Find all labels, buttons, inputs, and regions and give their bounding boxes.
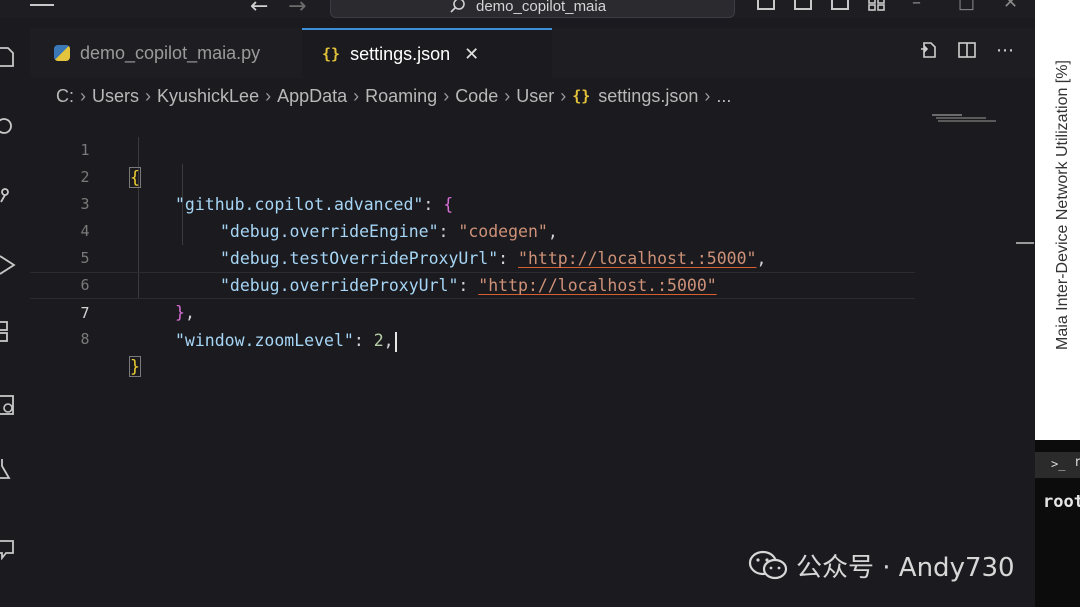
code-line[interactable]: 1 { (30, 110, 915, 188)
code-line[interactable]: 3 "debug.overrideEngine": "codegen", (30, 164, 915, 241)
command-center-search[interactable]: demo_copilot_maia (330, 0, 735, 18)
breadcrumb-more[interactable]: ... (716, 86, 731, 107)
editor-tab-bar: demo_copilot_maia.py {} settings.json ✕ … (30, 28, 1035, 78)
json-key: "window.zoomLevel" (175, 331, 354, 350)
chart-axis-title: Maia Inter-Device Network Utilization [%… (1054, 60, 1071, 350)
source-control-icon[interactable] (0, 186, 18, 208)
code-line[interactable]: 8 } (30, 299, 915, 377)
more-actions-icon[interactable]: ⋯ (995, 40, 1015, 61)
breadcrumb-item[interactable]: Code (455, 86, 498, 107)
tab-label: settings.json (350, 43, 451, 64)
text-cursor (394, 331, 397, 352)
minimize-icon[interactable]: – (912, 0, 921, 13)
chevron-right-icon: › (504, 85, 511, 106)
terminal-tab-label: r (1075, 455, 1080, 470)
breadcrumb-item[interactable]: Users (92, 86, 139, 107)
code-line-current[interactable]: 7 "window.zoomLevel": 2, (30, 272, 915, 352)
split-editor-icon[interactable] (957, 40, 977, 60)
customize-layout-icon[interactable] (868, 0, 886, 11)
chevron-right-icon: › (443, 85, 450, 106)
minimap[interactable] (932, 114, 996, 124)
terminal-window: >_ r root (1035, 440, 1080, 607)
tab-demo-copilot-maia-py[interactable]: demo_copilot_maia.py (30, 28, 302, 78)
maximize-icon[interactable]: □ (958, 0, 975, 13)
title-bar: ← → demo_copilot_maia – □ ✕ (0, 0, 1035, 19)
toggle-primary-sidebar-icon[interactable] (757, 0, 775, 10)
json-braces-icon: {} (572, 87, 591, 105)
breadcrumb: C: › Users › KyushickLee › AppData › Roa… (56, 83, 731, 109)
close-tab-icon[interactable]: ✕ (464, 44, 479, 65)
chat-icon[interactable] (0, 538, 18, 560)
chevron-right-icon: › (704, 85, 711, 106)
code-line[interactable]: 5 "debug.overrideProxyUrl": "http://loca… (30, 218, 915, 295)
wechat-logo-icon (748, 550, 788, 580)
run-debug-icon[interactable] (0, 254, 18, 276)
json-number-value: 2 (373, 331, 384, 350)
terminal-prompt: root (1043, 492, 1080, 512)
chevron-right-icon: › (560, 85, 567, 106)
testing-flask-icon[interactable] (0, 458, 18, 480)
toggle-panel-icon[interactable] (794, 0, 812, 10)
code-line[interactable]: 4 "debug.testOverrideProxyUrl": "http://… (30, 191, 915, 268)
json-braces-icon: {} (322, 45, 341, 63)
code-editor[interactable]: 1 { 2 "github.copilot.advanced": { 3 "de… (30, 110, 1035, 607)
open-settings-ui-icon[interactable] (919, 40, 939, 60)
breadcrumb-file[interactable]: settings.json (598, 86, 698, 107)
chevron-right-icon: › (145, 85, 152, 106)
breadcrumb-item[interactable]: AppData (277, 86, 347, 107)
extensions-icon[interactable] (0, 320, 18, 342)
tab-label: demo_copilot_maia.py (80, 42, 261, 63)
breadcrumb-item[interactable]: User (516, 86, 554, 107)
search-icon (450, 0, 465, 13)
forward-arrow-icon[interactable]: → (288, 0, 306, 19)
close-brace: } (129, 356, 141, 377)
chevron-right-icon: › (265, 85, 272, 106)
python-file-icon (54, 45, 70, 61)
activity-bar (0, 18, 30, 607)
explorer-icon[interactable] (0, 46, 18, 68)
search-sidebar-icon[interactable] (0, 116, 18, 138)
editor-actions: ⋯ (919, 40, 1015, 61)
command-center-text: demo_copilot_maia (476, 0, 607, 15)
back-arrow-icon[interactable]: ← (250, 0, 268, 19)
tab-settings-json[interactable]: {} settings.json ✕ (302, 28, 552, 78)
powershell-icon: >_ (1051, 457, 1066, 471)
chevron-right-icon: › (353, 85, 360, 106)
close-window-icon[interactable]: ✕ (1003, 0, 1018, 13)
code-line[interactable]: 2 "github.copilot.advanced": { (30, 137, 915, 214)
breadcrumb-item[interactable]: C: (56, 86, 74, 107)
external-chart-window: Maia Inter-Device Network Utilization [%… (1035, 0, 1080, 440)
watermark-text: 公众号 · Andy730 (796, 552, 1015, 583)
code-line[interactable]: 6 }, (30, 245, 915, 322)
wechat-watermark: 公众号 · Andy730 (748, 548, 1015, 583)
breadcrumb-item[interactable]: Roaming (365, 86, 437, 107)
menu-icon[interactable] (30, 0, 54, 10)
breadcrumb-item[interactable]: KyushickLee (157, 86, 259, 107)
terminal-tab[interactable]: >_ r (1035, 452, 1080, 478)
scrollbar-position-marker[interactable] (1016, 242, 1034, 244)
toggle-secondary-sidebar-icon[interactable] (831, 0, 849, 10)
chevron-right-icon: › (80, 85, 86, 106)
remote-explorer-icon[interactable] (0, 394, 18, 416)
line-number: 8 (80, 330, 90, 348)
